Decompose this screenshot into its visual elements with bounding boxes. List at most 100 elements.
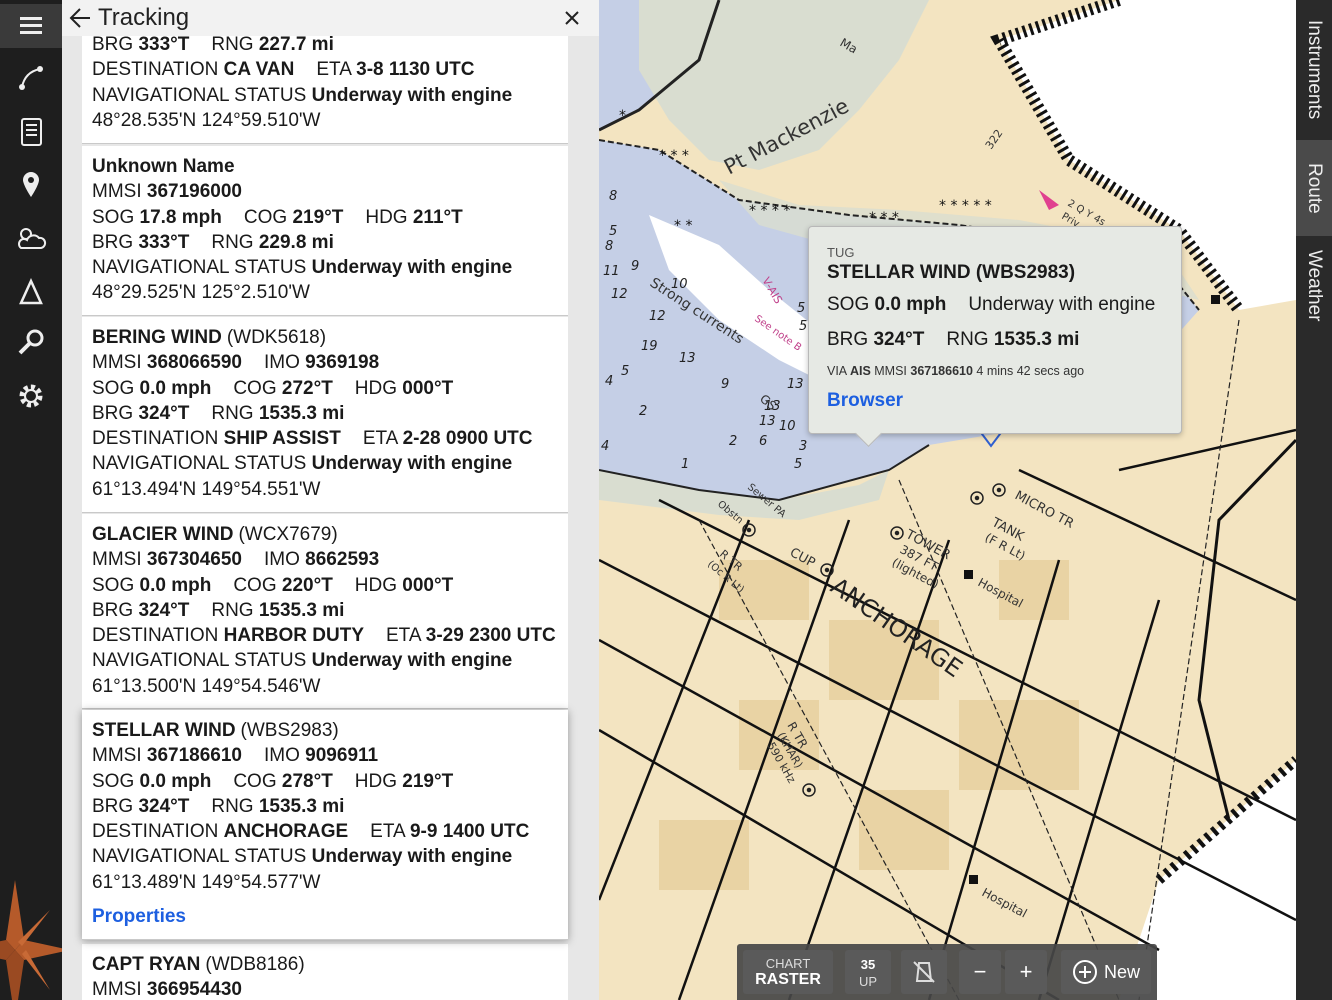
popup-via-row: VIA AIS MMSI 367186610 4 mins 42 secs ag… bbox=[827, 364, 1085, 378]
popup-browser-link[interactable]: Browser bbox=[827, 390, 1181, 412]
vessel-detail-line: NAVIGATIONAL STATUS Underway with engine bbox=[92, 846, 513, 868]
vessel-detail-line: MMSI 367304650 IMO 8662593 bbox=[92, 549, 380, 571]
svg-text:5: 5 bbox=[621, 364, 629, 379]
tab-instruments[interactable]: Instruments bbox=[1296, 0, 1332, 140]
vessel-position: 61°13.489'N 149°54.577'W bbox=[92, 871, 321, 893]
vessel-name: BERING WIND (WDK5618) bbox=[92, 327, 327, 348]
vessel-detail-line: BRG 324°T RNG 1535.3 mi bbox=[92, 402, 345, 424]
vessel-detail-line: MMSI 367196000 bbox=[92, 181, 242, 203]
popup-sog-row: SOG 0.0 mph Underway with engine bbox=[827, 294, 1156, 315]
vessel-card[interactable]: GLACIER WIND (WCX7679) MMSI 367304650 IMO 8… bbox=[82, 514, 568, 709]
weather-button[interactable] bbox=[0, 216, 62, 260]
vessel-card[interactable]: Unknown Name MMSI 367196000 SOG 17.8 mph CO… bbox=[82, 146, 568, 316]
svg-text:* * * * *: * * * * * bbox=[939, 198, 992, 214]
vessel-position: 48°29.525'N 125°2.510'W bbox=[92, 282, 310, 304]
back-icon[interactable] bbox=[68, 5, 94, 31]
nautical-chart[interactable]: * * * * * * * * * * * * * * * * * * Pt Mack… bbox=[599, 0, 1296, 1000]
svg-text:*: * bbox=[619, 108, 626, 124]
vessel-detail-line: MMSI 366954430 bbox=[92, 979, 242, 1000]
search-icon bbox=[18, 329, 44, 355]
svg-text:2: 2 bbox=[639, 404, 647, 419]
marker-button[interactable] bbox=[0, 162, 62, 206]
overlay-toggle-button[interactable] bbox=[901, 950, 947, 994]
routes-button[interactable] bbox=[0, 56, 62, 100]
settings-icon bbox=[19, 384, 43, 408]
settings-button[interactable] bbox=[0, 374, 62, 418]
vessel-position: 48°28.535'N 124°59.510'W bbox=[92, 109, 321, 131]
vessel-card[interactable]: BERING WIND (WDK5618) MMSI 368066590 IMO 93… bbox=[82, 317, 568, 513]
svg-text:9: 9 bbox=[721, 377, 729, 392]
svg-text:5: 5 bbox=[794, 457, 802, 472]
menu-icon bbox=[20, 17, 42, 34]
popup-brg-row: BRG 324°T RNG 1535.3 mi bbox=[827, 329, 1080, 350]
properties-link[interactable]: Properties bbox=[92, 904, 186, 929]
svg-text:4: 4 bbox=[601, 439, 609, 454]
right-tab-bar: Instruments Route Weather bbox=[1296, 0, 1332, 1000]
vessel-detail-line: MMSI 367186610 IMO 9096911 bbox=[92, 745, 379, 767]
vessel-detail-line: SOG 0.0 mph COG 278°T HDG 219°T bbox=[92, 770, 454, 792]
zoom-out-button[interactable]: − bbox=[959, 950, 1001, 994]
route-icon bbox=[19, 66, 43, 90]
panel-header: Tracking bbox=[62, 0, 599, 36]
vessel-name: STELLAR WIND (WBS2983) bbox=[92, 720, 339, 741]
vessel-detail-line: SOG 0.0 mph COG 272°T HDG 000°T bbox=[92, 377, 454, 399]
orientation-num: 35 bbox=[860, 956, 876, 972]
svg-text:* * *: * * * bbox=[659, 148, 689, 164]
no-overlay-icon bbox=[913, 961, 935, 983]
svg-text:10: 10 bbox=[671, 277, 688, 292]
logbook-icon bbox=[21, 118, 42, 146]
vessel-detail-line: SOG 0.0 mph COG 220°T HDG 000°T bbox=[92, 574, 454, 596]
svg-text:6: 6 bbox=[759, 434, 767, 449]
close-icon[interactable] bbox=[563, 9, 581, 27]
tracking-panel: Tracking BRG 333°T RNG 227.7 mi DESTINATIO… bbox=[62, 0, 599, 1000]
svg-text:13: 13 bbox=[764, 399, 781, 414]
svg-text:3: 3 bbox=[799, 439, 807, 454]
map-label-hospital-2: Hospital bbox=[980, 885, 1030, 920]
vessel-position: 61°13.500'N 149°54.546'W bbox=[92, 675, 321, 697]
tides-button[interactable] bbox=[0, 270, 62, 314]
svg-text:10: 10 bbox=[779, 419, 796, 434]
vessel-detail-line: SOG 17.8 mph COG 219°T HDG 211°T bbox=[92, 206, 463, 228]
svg-text:2: 2 bbox=[729, 434, 737, 449]
vessel-name: GLACIER WIND (WCX7679) bbox=[92, 524, 338, 545]
svg-text:13: 13 bbox=[679, 351, 696, 366]
vessel-card[interactable]: STELLAR WIND (WBS2983) MMSI 367186610 IMO 9… bbox=[82, 710, 568, 940]
compass-rose-logo bbox=[0, 880, 70, 1000]
orientation-button[interactable]: 35 UP bbox=[845, 950, 891, 994]
svg-text:* *: * * bbox=[674, 218, 692, 234]
tab-weather[interactable]: Weather bbox=[1296, 236, 1332, 336]
svg-text:5: 5 bbox=[797, 301, 805, 316]
menu-button[interactable] bbox=[0, 4, 62, 48]
zoom-in-button[interactable]: + bbox=[1005, 950, 1047, 994]
svg-text:8: 8 bbox=[605, 239, 613, 254]
popup-vessel-type: TUG bbox=[827, 245, 855, 260]
svg-text:* * * *: * * * * bbox=[749, 203, 790, 219]
logbook-button[interactable] bbox=[0, 110, 62, 154]
vessel-detail-line: NAVIGATIONAL STATUS Underway with engine bbox=[92, 453, 513, 475]
vessel-detail-line: DESTINATION CA VAN ETA 3-8 1130 UTC bbox=[92, 59, 475, 81]
plus-circle-icon bbox=[1072, 960, 1097, 984]
chart-type-button[interactable]: CHART RASTER bbox=[743, 950, 833, 994]
svg-text:11: 11 bbox=[603, 264, 620, 279]
left-toolbar bbox=[0, 0, 70, 1000]
svg-text:19: 19 bbox=[641, 339, 658, 354]
chart-type-big: RASTER bbox=[755, 970, 821, 988]
chart-layer[interactable]: * * ** * * * * * ** * * * * ** * Pt Mack… bbox=[599, 0, 1296, 1000]
triangle-icon bbox=[19, 278, 43, 305]
panel-title: Tracking bbox=[98, 4, 190, 31]
popup-vessel-name: STELLAR WIND (WBS2983) bbox=[827, 262, 1076, 283]
vessel-detail-line: BRG 333°T RNG 229.8 mi bbox=[92, 231, 334, 253]
vessel-card[interactable]: CAPT RYAN (WDB8186) MMSI 366954430 bbox=[82, 944, 568, 1000]
new-button[interactable]: New bbox=[1061, 950, 1151, 994]
tab-route[interactable]: Route bbox=[1296, 140, 1332, 236]
light-marker-icon bbox=[1039, 190, 1059, 210]
vessel-position: 61°13.494'N 149°54.551'W bbox=[92, 478, 321, 500]
search-button[interactable] bbox=[0, 320, 62, 364]
map-label-322: 322 bbox=[983, 127, 1006, 152]
vessel-detail-line: BRG 324°T RNG 1535.3 mi bbox=[92, 795, 345, 817]
vessel-popup[interactable]: TUG STELLAR WIND (WBS2983) SOG 0.0 mph Un… bbox=[808, 226, 1182, 434]
svg-text:5: 5 bbox=[609, 224, 617, 239]
vessel-detail-line: BRG 324°T RNG 1535.3 mi bbox=[92, 599, 345, 621]
vessel-name: CAPT RYAN (WDB8186) bbox=[92, 954, 305, 975]
vessel-detail-line: DESTINATION HARBOR DUTY ETA 3-29 2300 UTC bbox=[92, 625, 556, 647]
